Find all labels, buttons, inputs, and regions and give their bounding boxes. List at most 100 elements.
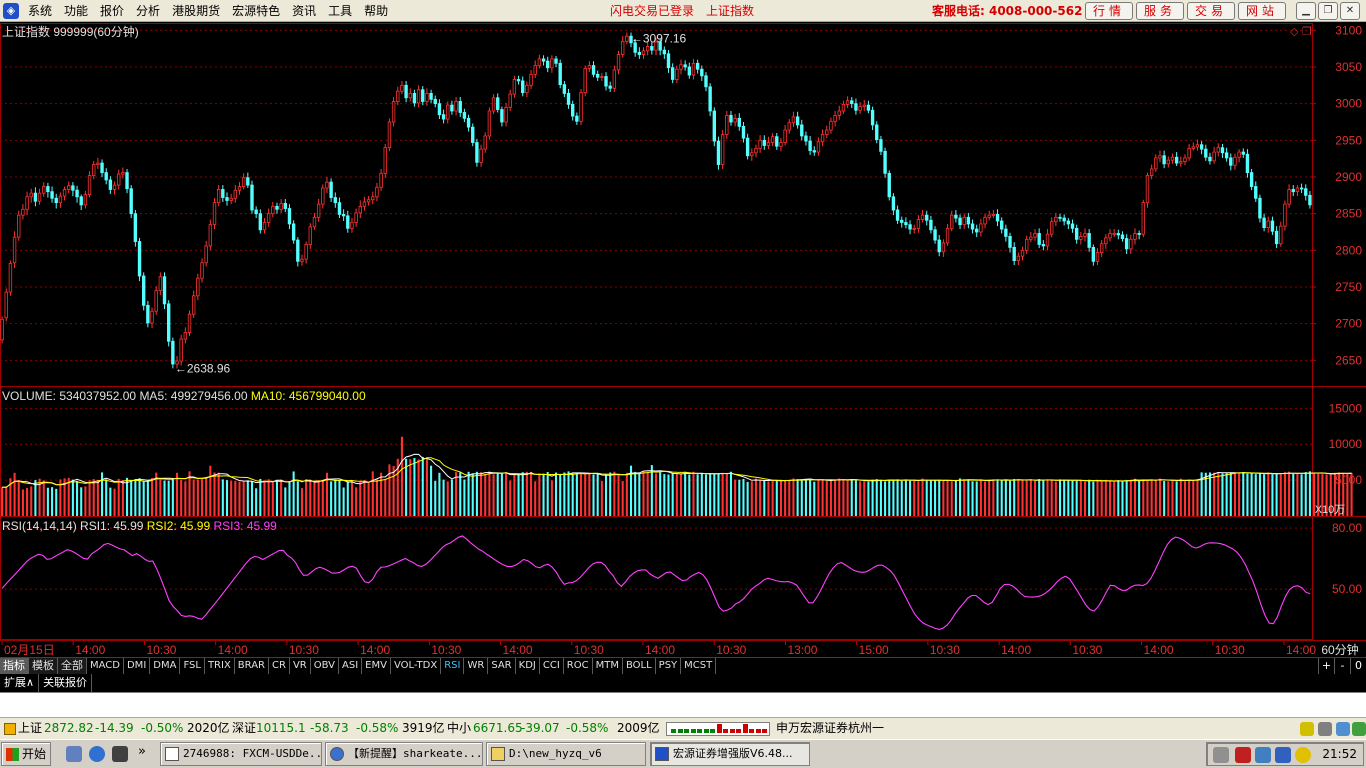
indicator-tab[interactable]: 模板 <box>29 658 58 674</box>
volume-bar <box>109 487 112 516</box>
zx-index-name[interactable]: 中小 <box>447 718 471 739</box>
volume-bar <box>679 474 683 516</box>
task-folder[interactable]: D:\new_hyzq_v6 <box>486 742 646 766</box>
show-desktop-icon[interactable] <box>66 746 82 762</box>
volume-bar <box>1042 480 1045 516</box>
indicator-tab[interactable]: VR <box>290 658 311 674</box>
zoom-control[interactable]: - <box>1334 658 1350 674</box>
terminal-icon[interactable] <box>112 746 128 762</box>
flag-icon[interactable] <box>1235 747 1251 763</box>
menu-item[interactable]: 港股期货 <box>166 0 226 22</box>
lock-icon[interactable] <box>1336 722 1350 736</box>
kline-chart-area[interactable]: 3100 3050 3000 2950 2900 2850 2800 2750 2700 2650… <box>0 23 1366 657</box>
top-button[interactable]: 网站 <box>1238 2 1286 20</box>
menu-item[interactable]: 帮助 <box>358 0 394 22</box>
sh-index-change: -14.39 <box>95 721 134 735</box>
candle-body <box>162 276 167 305</box>
volume-bar <box>1158 478 1162 516</box>
indicator-tab[interactable]: EMV <box>362 658 391 674</box>
index-name-link[interactable]: 上证指数 <box>706 0 754 22</box>
indicator-tab[interactable]: OBV <box>311 658 339 674</box>
task-hongyuan[interactable]: 宏源证券增强版V6.48... <box>650 742 810 766</box>
candle-body <box>158 276 163 292</box>
app-logo-icon[interactable]: ◈ <box>3 3 19 19</box>
indicator-tab[interactable]: MACD <box>87 658 124 674</box>
extension-tab[interactable]: 扩展∧ <box>0 674 40 692</box>
volume-bar <box>488 471 491 516</box>
candle-body <box>541 58 546 62</box>
volume-bar <box>1229 472 1232 516</box>
volume-bar <box>684 471 687 516</box>
task-browser[interactable]: 【新提醒】sharkeate... <box>325 742 483 766</box>
menu-item[interactable]: 报价 <box>94 0 130 22</box>
quick-launch-more-icon[interactable]: » <box>138 744 146 759</box>
security-icon[interactable] <box>1295 747 1311 763</box>
indicator-tab[interactable]: MCST <box>681 658 717 674</box>
indicator-tab[interactable]: 全部 <box>58 658 87 674</box>
menu-item[interactable]: 宏源特色 <box>226 0 286 22</box>
market-icon[interactable] <box>4 723 16 735</box>
indicator-tab[interactable]: CR <box>269 658 290 674</box>
indicator-tab[interactable]: CCI <box>540 658 564 674</box>
sh-index-name[interactable]: 上证 <box>18 718 42 739</box>
indicator-tab[interactable]: BRAR <box>235 658 269 674</box>
candle-body <box>129 188 133 215</box>
alert-icon[interactable] <box>1300 722 1314 736</box>
candle-body <box>841 104 846 112</box>
top-button[interactable]: 服务 <box>1136 2 1184 20</box>
signal-icon[interactable] <box>1318 722 1332 736</box>
zoom-control[interactable]: + <box>1318 658 1334 674</box>
candle-body <box>1158 155 1162 159</box>
volume-bar <box>642 471 645 516</box>
candle-body <box>716 140 721 165</box>
indicator-tab[interactable]: FSL <box>180 658 205 674</box>
indicator-tab[interactable]: ASI <box>339 658 363 674</box>
indicator-tab[interactable]: WR <box>464 658 489 674</box>
network-icon[interactable] <box>1255 747 1271 763</box>
indicator-tab[interactable]: TRIX <box>205 658 235 674</box>
candle-body <box>46 186 50 193</box>
volume-bar <box>330 481 333 516</box>
menu-item[interactable]: 系统 <box>22 0 58 22</box>
volume-bar <box>559 474 562 516</box>
keyboard-icon[interactable] <box>1213 747 1229 763</box>
candle-body <box>850 100 854 105</box>
menu-item[interactable]: 功能 <box>58 0 94 22</box>
restore-icon[interactable]: ❐ <box>1318 2 1338 20</box>
connection-icon[interactable] <box>1352 722 1366 736</box>
indicator-tab[interactable]: RSI <box>441 658 465 674</box>
indicator-tab[interactable]: MTM <box>593 658 623 674</box>
candle-body <box>216 189 221 204</box>
candle-body <box>325 181 329 189</box>
indicator-tab[interactable]: SAR <box>488 658 516 674</box>
menu-item[interactable]: 工具 <box>322 0 358 22</box>
ie-browser-icon[interactable] <box>89 746 105 762</box>
sz-index-name[interactable]: 深证 <box>232 718 256 739</box>
indicator-tab[interactable]: DMI <box>124 658 151 674</box>
top-button[interactable]: 行情 <box>1085 2 1133 20</box>
flash-trade-login-status[interactable]: 闪电交易已登录 <box>610 0 694 22</box>
candle-body <box>1000 220 1004 230</box>
indicator-tab[interactable]: PSY <box>656 658 682 674</box>
menu-item[interactable]: 资讯 <box>286 0 322 22</box>
menu-item[interactable]: 分析 <box>130 0 166 22</box>
extension-tab[interactable]: 关联报价 <box>39 674 93 692</box>
task-fxcm[interactable]: 2746988: FXCM-USDDe... <box>160 742 322 766</box>
close-icon[interactable]: ✕ <box>1340 2 1360 20</box>
top-button[interactable]: 交易 <box>1187 2 1235 20</box>
volume-bar <box>342 487 345 516</box>
volume-bar <box>380 472 383 516</box>
indicator-tab[interactable]: VOL-TDX <box>391 658 442 674</box>
indicator-tab[interactable]: 指标 <box>0 658 29 674</box>
indicator-tab[interactable]: KDJ <box>516 658 540 674</box>
extension-bar: 扩展∧ 关联报价 <box>0 674 1366 692</box>
candle-body <box>637 51 642 55</box>
shield-icon[interactable] <box>1275 747 1291 763</box>
minimize-icon[interactable]: ▁ <box>1296 2 1316 20</box>
indicator-tab[interactable]: ROC <box>564 658 593 674</box>
zoom-control[interactable]: 0 <box>1350 658 1366 674</box>
start-button[interactable]: 开始 <box>1 742 51 766</box>
indicator-tab[interactable]: DMA <box>150 658 181 674</box>
indicator-tab[interactable]: BOLL <box>623 658 656 674</box>
candle-body <box>1012 246 1016 261</box>
